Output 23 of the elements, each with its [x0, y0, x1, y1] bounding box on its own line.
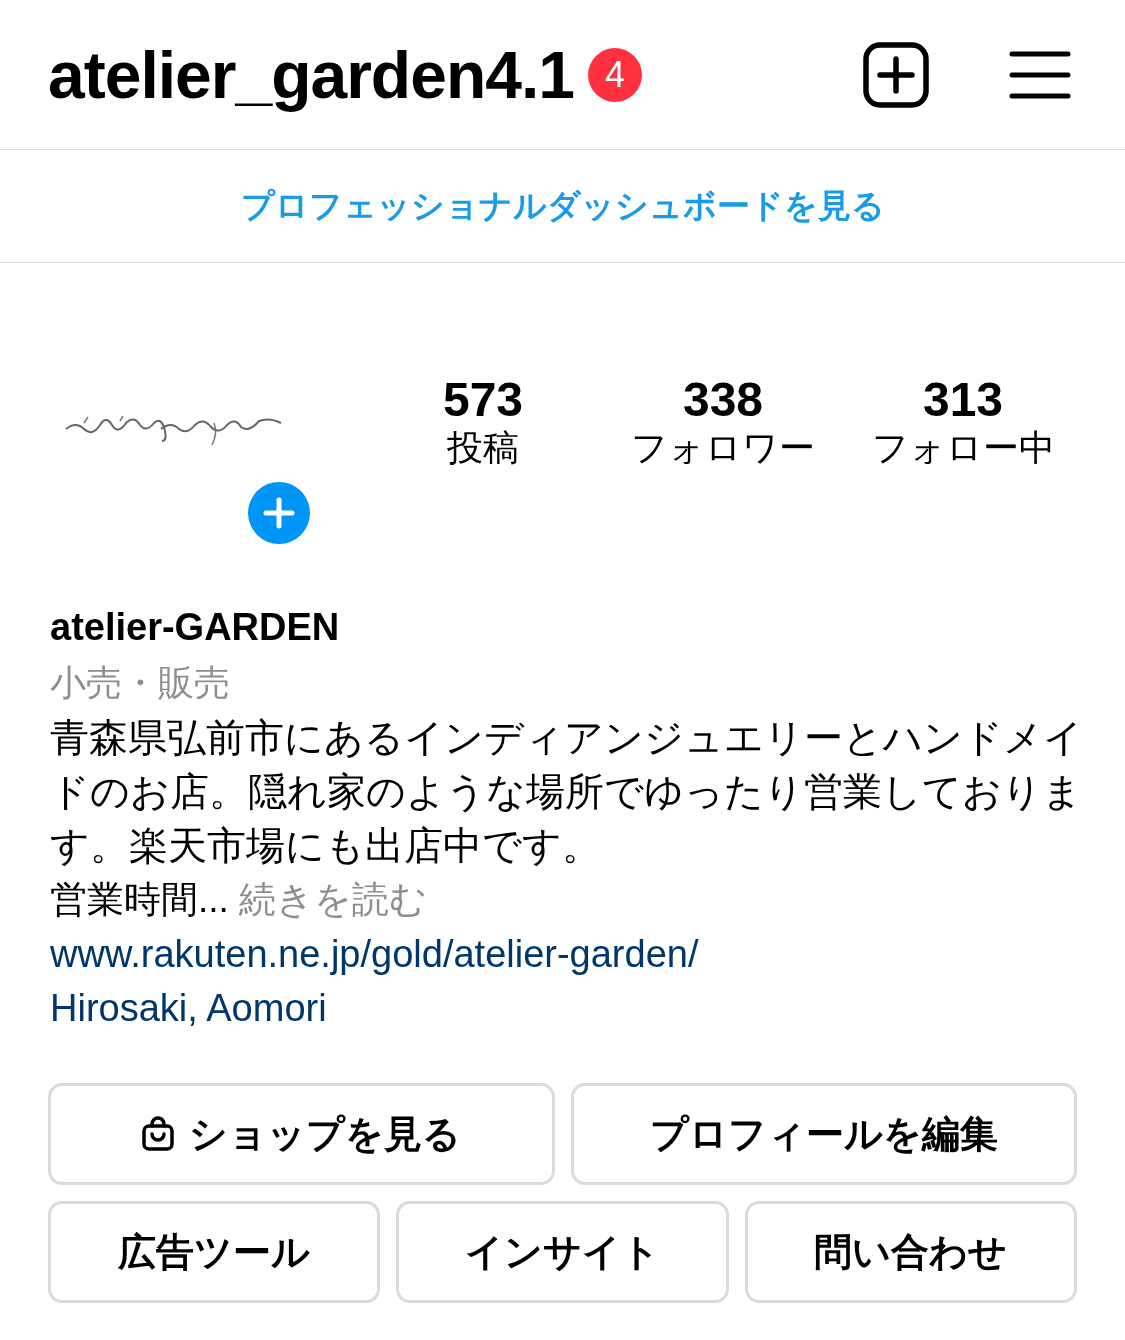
profile-button[interactable]: プロフィールを編集 [570, 1083, 1077, 1185]
hours-text: 営業時間... [50, 879, 229, 920]
stat-count[interactable]: 313 [922, 375, 1004, 426]
stat-label[interactable]: フォロー中 [871, 425, 1055, 473]
profile-button[interactable]: 広告ツール [48, 1201, 381, 1303]
shopping-bag-icon [141, 1116, 176, 1152]
profile-button[interactable]: インサイト [396, 1201, 729, 1303]
profile-button[interactable]: 問い合わせ [744, 1201, 1077, 1303]
location-link[interactable]: Hirosaki, Aomori [50, 981, 1075, 1035]
category-label: 小売・販売 [50, 661, 231, 705]
stat-count[interactable]: 338 [682, 375, 764, 426]
new-post-icon[interactable] [863, 41, 929, 108]
stat-label[interactable]: 投稿 [447, 425, 519, 473]
display-name: atelier-GARDEN [50, 605, 341, 650]
username[interactable]: atelier_garden4.1 [48, 36, 574, 113]
add-story-icon[interactable] [247, 481, 311, 545]
stat-label[interactable]: フォロワー [631, 425, 815, 473]
shop-button[interactable]: ショップを見る [48, 1083, 555, 1185]
bio-text: 青森県弘前市にあるインディアンジュエリーとハンドメイドのお店。隠れ家のような場所でゆったり営業しております。楽天市場にも出店中です。 [50, 715, 1084, 869]
menu-icon[interactable] [1009, 49, 1071, 100]
notification-badge: 4 [587, 47, 642, 102]
stat-count[interactable]: 573 [442, 375, 524, 426]
website-link[interactable]: www.rakuten.ne.jp/gold/atelier-garden/ [50, 927, 1075, 981]
